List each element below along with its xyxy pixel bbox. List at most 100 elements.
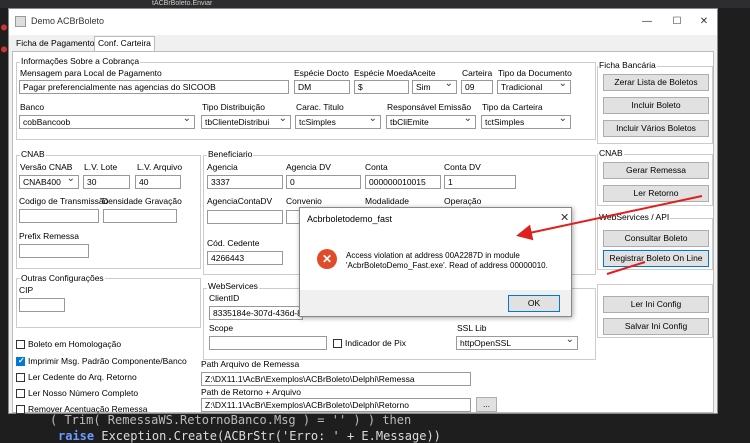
agencia-dv-input[interactable]: 0 <box>286 175 361 189</box>
field-label: Carac. Titulo <box>296 102 344 112</box>
field-label: Tipo Distribuição <box>202 102 265 112</box>
field-label: Path de Retorno + Arquivo <box>201 387 301 397</box>
gerar-remessa-button[interactable]: Gerar Remessa <box>603 162 709 179</box>
mensagem-local-pagamento-input[interactable]: Pagar preferencialmente nas agencias do … <box>19 80 289 94</box>
agencia-input[interactable]: 3337 <box>207 175 283 189</box>
salvar-ini-config-button[interactable]: Salvar Ini Config <box>603 318 709 335</box>
lv-arquivo-input[interactable]: 40 <box>135 175 181 189</box>
tipo-distribuicao-select[interactable]: tbClienteDistribui <box>201 115 291 129</box>
ler-nosso-numero-checkbox[interactable] <box>16 389 25 398</box>
path-retorno-input[interactable]: Z:\DX11.1\AcBr\Exemplos\ACBrBoleto\Delph… <box>201 398 471 412</box>
field-label: ClientID <box>209 293 240 303</box>
breakpoint-icon: ● <box>1 22 8 33</box>
field-label: Banco <box>20 102 45 112</box>
ide-editor-right <box>718 8 750 443</box>
ler-cedente-checkbox[interactable] <box>16 373 25 382</box>
versao-cnab-select[interactable]: CNAB400 <box>19 175 79 189</box>
banco-select[interactable]: cobBancoob <box>19 115 195 129</box>
homologacao-checkbox[interactable] <box>16 340 25 349</box>
checkbox-label: Imprimir Msg. Padrão Componente/Banco <box>28 356 187 366</box>
field-label: Modalidade <box>365 196 409 206</box>
ide-tab[interactable]: tACBrBoleto.Enviar <box>152 0 212 8</box>
registrar-boleto-online-button[interactable]: Registrar Boleto On Line <box>603 250 709 267</box>
aceite-select[interactable]: Sim <box>412 80 457 94</box>
checkbox-label: Indicador de Pix <box>345 338 406 348</box>
field-label: Tipo da Documento <box>498 68 572 78</box>
prefix-remessa-input[interactable] <box>19 244 89 258</box>
dialog-footer: OK <box>300 290 571 316</box>
field-label: Espécie Moeda <box>354 68 413 78</box>
ssl-lib-select[interactable]: httpOpenSSL <box>456 336 578 350</box>
cip-input[interactable] <box>19 298 65 312</box>
window-titlebar: Demo ACBrBoleto — ☐ ✕ <box>9 9 717 35</box>
field-label: CIP <box>19 285 34 295</box>
field-label: Mensagem para Local de Pagamento <box>20 68 162 78</box>
conta-input[interactable]: 000000010015 <box>365 175 441 189</box>
group-title: Ficha Bancária <box>598 60 657 70</box>
field-label: Operação <box>444 196 482 206</box>
field-label: Versão CNAB <box>20 162 73 172</box>
consultar-boleto-button[interactable]: Consultar Boleto <box>603 230 709 247</box>
field-label: Conta DV <box>444 162 481 172</box>
incluir-boleto-button[interactable]: Incluir Boleto <box>603 97 709 114</box>
group-title: WebServices / API <box>598 212 671 222</box>
field-label: Path Arquivo de Remessa <box>201 359 300 369</box>
carac-titulo-select[interactable]: tcSimples <box>295 115 381 129</box>
code-line: raise Exception.Create(ACBrStr('Erro: ' … <box>58 429 441 443</box>
field-label: Carteira <box>462 68 493 78</box>
dialog-close-button[interactable]: ✕ <box>560 211 569 224</box>
field-label: Tipo da Carteira <box>482 102 543 112</box>
client-id-input[interactable]: 8335184e-307d-436d-827 <box>209 306 303 320</box>
tipo-documento-select[interactable]: Tradicional <box>497 80 571 94</box>
codigo-transmissao-input[interactable] <box>19 209 99 223</box>
browse-retorno-button[interactable]: ... <box>476 397 497 412</box>
field-label: Aceite <box>412 68 436 78</box>
code-text: Exception.Create(ACBrStr('Erro: ' + E.Me… <box>94 429 441 443</box>
field-label: L.V. Lote <box>84 162 118 172</box>
dialog-title: Acbrboletodemo_fast <box>307 214 393 224</box>
code-editor: ( Trim( RemessaWS.RetornoBanco.Msg ) = '… <box>10 410 750 443</box>
cod-cedente-input[interactable]: 4266443 <box>207 251 283 265</box>
remover-acentuacao-checkbox[interactable] <box>16 405 25 414</box>
imprimir-msg-checkbox[interactable] <box>16 356 25 366</box>
group-title: CNAB <box>20 149 46 159</box>
tab-conf-carteira[interactable]: Conf. Carteira <box>94 36 155 51</box>
error-icon: ✕ <box>317 249 337 269</box>
maximize-button[interactable]: ☐ <box>665 13 689 31</box>
path-remessa-input[interactable]: Z:\DX11.1\AcBr\Exemplos\ACBrBoleto\Delph… <box>201 372 471 386</box>
group-title: Informações Sobre a Cobrança <box>20 56 141 66</box>
error-dialog: Acbrboletodemo_fast ✕ ✕ Access violation… <box>299 207 572 317</box>
field-label: Codigo de Transmissão <box>19 196 109 206</box>
checkbox-label: Remover Acentuação Remessa <box>28 404 148 414</box>
scope-input[interactable] <box>209 336 327 350</box>
ler-ini-config-button[interactable]: Ler Ini Config <box>603 296 709 313</box>
responsavel-emissao-select[interactable]: tbCliEmite <box>386 115 476 129</box>
dialog-body: ✕ Access violation at address 00A2287D i… <box>300 228 571 290</box>
window-title: Demo ACBrBoleto <box>31 16 105 26</box>
code-keyword: raise <box>58 429 95 443</box>
field-label: AgenciaContaDV <box>207 196 273 206</box>
carteira-input[interactable]: 09 <box>461 80 493 94</box>
checkbox-label: Ler Nosso Número Completo <box>28 388 139 398</box>
field-label: Prefix Remessa <box>19 231 79 241</box>
densidade-gravacao-input[interactable] <box>103 209 177 223</box>
close-button[interactable]: ✕ <box>692 13 716 31</box>
agencia-conta-dv-input[interactable] <box>207 210 283 224</box>
field-label: Conta <box>365 162 388 172</box>
especie-docto-input[interactable]: DM <box>294 80 350 94</box>
field-label: Agencia <box>207 162 238 172</box>
lv-lote-input[interactable]: 30 <box>83 175 130 189</box>
indicador-pix-checkbox[interactable] <box>333 339 342 348</box>
tab-ficha-pagamento[interactable]: Ficha de Pagamento <box>13 37 97 51</box>
minimize-button[interactable]: — <box>635 13 659 31</box>
incluir-varios-boletos-button[interactable]: Incluir Vários Boletos <box>603 120 709 137</box>
ler-retorno-button[interactable]: Ler Retorno <box>603 185 709 202</box>
field-label: L.V. Arquivo <box>137 162 183 172</box>
tipo-carteira-select[interactable]: tctSimples <box>481 115 571 129</box>
especie-moeda-input[interactable]: $ <box>354 80 409 94</box>
field-label: Densidade Gravação <box>102 196 182 206</box>
ok-button[interactable]: OK <box>508 295 560 312</box>
zerar-lista-button[interactable]: Zerar Lista de Boletos <box>603 74 709 91</box>
code-line: ( Trim( RemessaWS.RetornoBanco.Msg ) = '… <box>50 413 412 427</box>
conta-dv-input[interactable]: 1 <box>444 175 516 189</box>
